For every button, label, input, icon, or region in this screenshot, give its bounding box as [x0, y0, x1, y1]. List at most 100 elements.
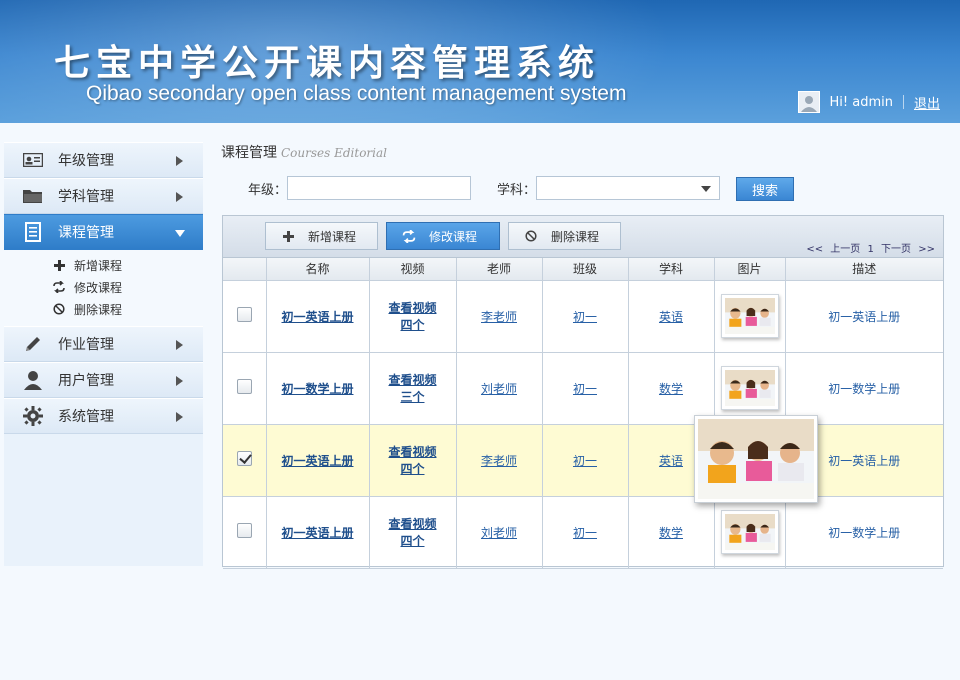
course-thumbnail[interactable] [720, 510, 779, 554]
row-checkbox[interactable] [236, 379, 252, 394]
class-cell: 初一 [542, 280, 629, 353]
video-count: 四个 [400, 462, 425, 476]
class-link[interactable]: 初一 [573, 382, 597, 396]
name-cell: 初一英语上册 [266, 280, 370, 353]
table-row[interactable]: 初一英语上册 查看视频 四个 刘老师 初一 数学 初一数学上册 [223, 496, 943, 569]
course-thumbnail[interactable] [720, 294, 779, 338]
subject-link[interactable]: 英语 [659, 454, 683, 468]
teacher-link[interactable]: 李老师 [481, 310, 517, 324]
page-title: 课程管理 Courses Editorial [221, 142, 387, 162]
video-link-text: 查看视频 [388, 373, 437, 387]
row-checkbox[interactable] [236, 523, 252, 538]
pager-first[interactable]: << [806, 244, 823, 255]
header-select [223, 258, 267, 281]
description-cell: 初一数学上册 [785, 352, 943, 425]
submenu-label: 新增课程 [74, 258, 123, 273]
submenu-item-delete-course[interactable]: 删除课程 [4, 298, 203, 320]
sidebar-item-grade[interactable]: 年级管理 [4, 142, 203, 178]
ban-icon [52, 302, 66, 316]
divider [902, 95, 904, 109]
course-grid: 新增课程 修改课程 删除课程 << 上一页 1 下一页 >> 名称 视频 老师 … [222, 215, 944, 569]
teacher-link[interactable]: 刘老师 [481, 382, 517, 396]
table-row[interactable]: 初一英语上册 查看视频 四个 李老师 初一 英语 初一英语上册 [223, 424, 943, 497]
grade-input[interactable] [287, 176, 472, 200]
refresh-icon [52, 280, 66, 294]
video-cell: 查看视频 四个 [369, 496, 457, 569]
pager-last[interactable]: >> [918, 244, 935, 255]
grid-toolbar: 新增课程 修改课程 删除课程 << 上一页 1 下一页 >> [223, 216, 943, 258]
edit-course-button[interactable]: 修改课程 [386, 222, 500, 250]
add-course-button[interactable]: 新增课程 [265, 222, 378, 250]
pager-next[interactable]: 下一页 [881, 244, 911, 255]
teacher-link[interactable]: 李老师 [481, 454, 517, 468]
avatar-icon [797, 91, 820, 113]
select-cell [223, 280, 267, 353]
subject-filter: 学科： [497, 176, 721, 200]
submenu-label: 修改课程 [74, 280, 123, 295]
header-subject: 学科 [628, 258, 715, 281]
header-image: 图片 [714, 258, 786, 281]
video-link-text: 查看视频 [388, 445, 437, 459]
chevron-right-icon [176, 412, 183, 422]
course-name-link[interactable]: 初一数学上册 [281, 382, 353, 396]
sidebar-item-label: 年级管理 [58, 153, 114, 169]
teacher-cell: 李老师 [456, 424, 543, 497]
select-cell [223, 352, 267, 425]
sidebar-item-label: 作业管理 [58, 337, 114, 353]
subject-link[interactable]: 数学 [659, 526, 683, 540]
view-video-link[interactable]: 查看视频 三个 [388, 373, 436, 404]
video-count: 四个 [400, 318, 425, 332]
teacher-link[interactable]: 刘老师 [481, 526, 517, 540]
course-name-link[interactable]: 初一英语上册 [281, 526, 353, 540]
refresh-icon [401, 229, 417, 243]
submenu-item-add-course[interactable]: 新增课程 [4, 254, 203, 276]
sidebar-item-homework[interactable]: 作业管理 [4, 326, 203, 362]
subject-select[interactable] [536, 176, 721, 200]
ban-icon [523, 230, 539, 242]
page-title-en: Courses Editorial [281, 146, 387, 160]
submenu-item-edit-course[interactable]: 修改课程 [4, 276, 203, 298]
class-link[interactable]: 初一 [573, 454, 597, 468]
chevron-down-icon [701, 186, 712, 192]
video-cell: 查看视频 四个 [369, 280, 457, 353]
logout-link[interactable]: 退出 [914, 93, 940, 112]
row-checkbox[interactable] [236, 451, 252, 466]
sidebar-item-user[interactable]: 用户管理 [4, 362, 203, 398]
delete-course-button[interactable]: 删除课程 [508, 222, 621, 250]
pager-current: 1 [867, 244, 874, 255]
submenu-label: 删除课程 [74, 302, 123, 317]
description-cell: 初一数学上册 [785, 496, 943, 569]
name-cell: 初一数学上册 [266, 352, 370, 425]
delete-course-label: 删除课程 [551, 229, 600, 244]
description-cell: 初一英语上册 [785, 280, 943, 353]
subject-cell: 数学 [628, 352, 715, 425]
table-row[interactable]: 初一数学上册 查看视频 三个 刘老师 初一 数学 初一数学上册 [223, 352, 943, 425]
plus-icon [52, 258, 66, 272]
grade-filter: 年级： [248, 176, 472, 200]
greeting-text: Hi! admin [829, 94, 893, 110]
search-button[interactable]: 搜索 [736, 177, 794, 201]
select-cell [223, 424, 267, 497]
row-checkbox[interactable] [236, 307, 252, 322]
class-link[interactable]: 初一 [573, 526, 597, 540]
course-thumbnail[interactable] [720, 366, 779, 410]
subject-cell: 英语 [628, 280, 715, 353]
chevron-right-icon [176, 340, 183, 350]
sidebar-item-system[interactable]: 系统管理 [4, 398, 203, 434]
table-row[interactable]: 初一英语上册 查看视频 四个 李老师 初一 英语 初一英语上册 [223, 280, 943, 353]
sidebar-item-course[interactable]: 课程管理 [4, 214, 203, 250]
view-video-link[interactable]: 查看视频 四个 [388, 517, 436, 548]
view-video-link[interactable]: 查看视频 四个 [388, 445, 436, 476]
grade-label: 年级： [248, 182, 288, 198]
course-name-link[interactable]: 初一英语上册 [281, 454, 353, 468]
sidebar-item-label: 学科管理 [58, 189, 114, 205]
classroom-photo [698, 419, 814, 499]
pager-prev[interactable]: 上一页 [830, 244, 860, 255]
subject-cell: 数学 [628, 496, 715, 569]
subject-link[interactable]: 数学 [659, 382, 683, 396]
sidebar-item-subject[interactable]: 学科管理 [4, 178, 203, 214]
subject-link[interactable]: 英语 [659, 310, 683, 324]
class-link[interactable]: 初一 [573, 310, 597, 324]
course-name-link[interactable]: 初一英语上册 [281, 310, 353, 324]
view-video-link[interactable]: 查看视频 四个 [388, 301, 436, 332]
